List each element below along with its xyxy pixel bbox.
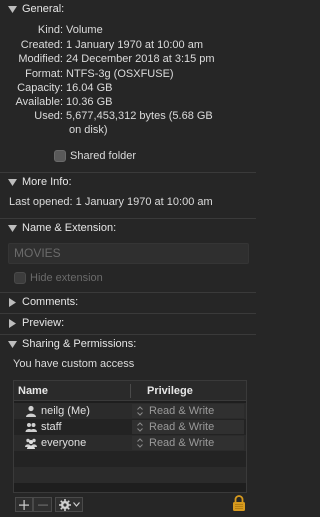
section-comments[interactable]: Comments: bbox=[0, 294, 256, 310]
row-privilege: Read & Write bbox=[149, 405, 215, 417]
created-value: 1 January 1970 at 10:00 am bbox=[66, 39, 203, 51]
user-icon bbox=[26, 405, 36, 417]
popup-arrows-icon bbox=[137, 406, 143, 416]
popup-arrows-icon bbox=[137, 438, 143, 448]
divider bbox=[0, 292, 256, 293]
modified-row: Modified: 24 December 2018 at 3:15 pm bbox=[0, 53, 256, 66]
add-button[interactable] bbox=[15, 497, 33, 512]
format-value: NTFS-3g (OSXFUSE) bbox=[66, 68, 174, 80]
row-privilege: Read & Write bbox=[149, 437, 215, 449]
chevron-down-icon bbox=[72, 502, 80, 507]
row-name: staff bbox=[41, 421, 62, 433]
empty-row bbox=[14, 451, 246, 467]
last-opened-text: Last opened: 1 January 1970 at 10:00 am bbox=[9, 196, 213, 208]
everyone-icon bbox=[25, 438, 37, 449]
permissions-table[interactable]: Name Privilege neilg (Me) Read & Write s… bbox=[13, 380, 247, 493]
gear-icon bbox=[58, 498, 71, 511]
used-value: 5,677,453,312 bytes (5.68 GB bbox=[66, 110, 213, 122]
lock-icon[interactable] bbox=[232, 494, 246, 512]
shared-folder-checkbox[interactable] bbox=[54, 150, 66, 162]
section-preview[interactable]: Preview: bbox=[0, 315, 256, 331]
remove-button[interactable] bbox=[33, 497, 52, 512]
disclosure-closed-icon[interactable] bbox=[7, 318, 17, 328]
column-divider bbox=[130, 384, 131, 398]
disclosure-open-icon[interactable] bbox=[7, 177, 17, 187]
table-row[interactable]: everyone Read & Write bbox=[14, 435, 246, 451]
disclosure-closed-icon[interactable] bbox=[7, 297, 17, 307]
divider bbox=[0, 172, 256, 173]
info-panel: General: Kind: Volume Created: 1 January… bbox=[0, 0, 256, 517]
popup-arrows-icon bbox=[137, 422, 143, 432]
hide-extension-checkbox[interactable] bbox=[14, 272, 26, 284]
section-sharing[interactable]: Sharing & Permissions: bbox=[0, 336, 256, 352]
section-more-info[interactable]: More Info: bbox=[0, 174, 256, 190]
minus-icon bbox=[37, 504, 48, 506]
available-label: Available: bbox=[15, 96, 64, 108]
column-privilege-header[interactable]: Privilege bbox=[147, 381, 193, 401]
capacity-label: Capacity: bbox=[17, 82, 63, 94]
created-label: Created: bbox=[20, 39, 63, 51]
section-more-info-title: More Info: bbox=[22, 176, 72, 188]
disclosure-open-icon[interactable] bbox=[7, 4, 17, 14]
section-name-extension-title: Name & Extension: bbox=[22, 222, 117, 234]
row-name: everyone bbox=[41, 437, 87, 449]
table-header: Name Privilege bbox=[14, 381, 246, 401]
table-row[interactable]: staff Read & Write bbox=[14, 419, 246, 435]
action-menu-button[interactable] bbox=[55, 497, 83, 512]
used-row: Used: 5,677,453,312 bytes (5.68 GB bbox=[0, 110, 256, 123]
plus-icon bbox=[19, 499, 29, 510]
empty-row bbox=[14, 467, 246, 483]
modified-label: Modified: bbox=[18, 53, 63, 65]
used-label: Used: bbox=[34, 110, 63, 122]
section-preview-title: Preview: bbox=[22, 317, 65, 329]
used-value-continued: on disk) bbox=[69, 124, 108, 136]
table-row[interactable]: neilg (Me) Read & Write bbox=[14, 403, 246, 419]
section-comments-title: Comments: bbox=[22, 296, 79, 308]
kind-label: Kind: bbox=[37, 24, 63, 36]
section-general-title: General: bbox=[22, 3, 65, 15]
format-row: Format: NTFS-3g (OSXFUSE) bbox=[0, 68, 256, 81]
modified-value: 24 December 2018 at 3:15 pm bbox=[66, 53, 215, 65]
section-sharing-title: Sharing & Permissions: bbox=[22, 338, 137, 350]
divider bbox=[0, 313, 256, 314]
disclosure-open-icon[interactable] bbox=[7, 223, 17, 233]
available-row: Available: 10.36 GB bbox=[0, 96, 256, 109]
available-value: 10.36 GB bbox=[66, 96, 113, 108]
section-general[interactable]: General: bbox=[0, 1, 256, 17]
column-name-header[interactable]: Name bbox=[18, 381, 48, 401]
hide-extension-label: Hide extension bbox=[30, 272, 103, 284]
row-privilege: Read & Write bbox=[149, 421, 215, 433]
capacity-row: Capacity: 16.04 GB bbox=[0, 82, 256, 95]
section-name-extension[interactable]: Name & Extension: bbox=[0, 220, 256, 236]
kind-row: Kind: Volume bbox=[0, 24, 256, 37]
group-icon bbox=[25, 423, 37, 432]
format-label: Format: bbox=[25, 68, 63, 80]
divider bbox=[0, 334, 256, 335]
name-field[interactable]: MOVIES bbox=[8, 243, 249, 264]
shared-folder-label: Shared folder bbox=[70, 150, 137, 162]
disclosure-open-icon[interactable] bbox=[7, 339, 17, 349]
capacity-value: 16.04 GB bbox=[66, 82, 113, 94]
access-text: You have custom access bbox=[13, 358, 135, 370]
kind-value: Volume bbox=[66, 24, 103, 36]
created-row: Created: 1 January 1970 at 10:00 am bbox=[0, 39, 256, 52]
row-name: neilg (Me) bbox=[41, 405, 90, 417]
divider bbox=[0, 218, 256, 219]
